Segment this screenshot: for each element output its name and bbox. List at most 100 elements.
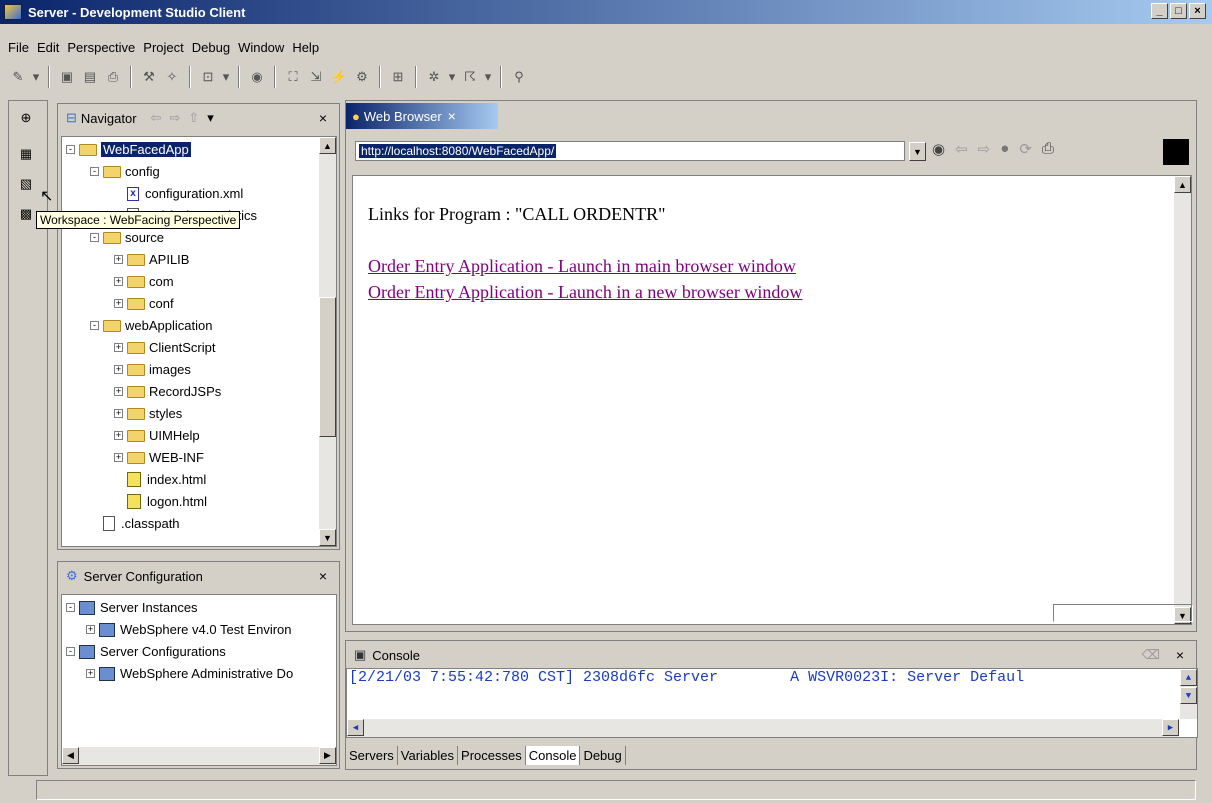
perspective-resource-icon[interactable]: ▦ bbox=[15, 143, 37, 165]
collapse-icon[interactable]: - bbox=[90, 167, 99, 176]
tree-item[interactable]: + styles bbox=[114, 403, 182, 424]
tree-item[interactable]: + ClientScript bbox=[114, 337, 215, 358]
tab-processes[interactable]: Processes bbox=[458, 745, 526, 765]
tree-item[interactable]: + RecordJSPs bbox=[114, 381, 221, 402]
wizard-icon[interactable]: ⛶ bbox=[283, 67, 303, 87]
scroll-up-button[interactable]: ▲ bbox=[319, 137, 336, 154]
perspective-server-icon[interactable]: ▧ bbox=[15, 173, 37, 195]
scroll-right-button[interactable]: ▶ bbox=[1162, 719, 1179, 736]
tree-item[interactable]: - config bbox=[90, 161, 160, 182]
tree-item[interactable]: + com bbox=[114, 271, 174, 292]
up-icon[interactable]: ⇧ bbox=[188, 110, 199, 126]
console-hscroll[interactable]: ◀ ▶ bbox=[347, 719, 1179, 737]
new-icon[interactable]: ✎ bbox=[8, 67, 28, 87]
expand-icon[interactable]: + bbox=[114, 299, 123, 308]
maximize-button[interactable]: □ bbox=[1170, 3, 1187, 19]
forward-icon[interactable]: ⇨ bbox=[978, 140, 991, 158]
close-button[interactable]: × bbox=[1189, 3, 1206, 19]
menu-perspective[interactable]: Perspective bbox=[63, 40, 139, 55]
dropdown-arrow-icon[interactable]: ▾ bbox=[221, 67, 231, 87]
run-icon[interactable]: ☈ bbox=[460, 67, 480, 87]
forward-icon[interactable]: ⇨ bbox=[169, 110, 180, 126]
server-tree-item[interactable]: + WebSphere v4.0 Test Environ bbox=[86, 619, 292, 640]
expand-icon[interactable]: + bbox=[114, 453, 123, 462]
tree-item[interactable]: + images bbox=[114, 359, 191, 380]
back-icon[interactable]: ⇦ bbox=[151, 110, 162, 126]
tab-variables[interactable]: Variables bbox=[398, 745, 459, 765]
scroll-up-button[interactable]: ▲ bbox=[1174, 176, 1191, 193]
expand-icon[interactable]: + bbox=[114, 365, 123, 374]
scroll-left-button[interactable]: ◀ bbox=[62, 747, 79, 764]
back-icon[interactable]: ⇦ bbox=[955, 140, 968, 158]
server-tree-item[interactable]: - Server Configurations bbox=[66, 641, 226, 662]
expand-icon[interactable]: + bbox=[114, 277, 123, 286]
go-icon[interactable]: ◉ bbox=[932, 140, 945, 158]
collapse-icon[interactable]: - bbox=[90, 321, 99, 330]
save-all-icon[interactable]: ▤ bbox=[80, 67, 100, 87]
debug-icon[interactable]: ✲ bbox=[424, 67, 444, 87]
tree-item[interactable]: + UIMHelp bbox=[114, 425, 200, 446]
import-icon[interactable]: ⇲ bbox=[306, 67, 326, 87]
menu-help[interactable]: Help bbox=[288, 40, 323, 55]
tab-web-browser[interactable]: ● Web Browser × bbox=[346, 103, 498, 129]
connect-icon[interactable]: ⚡ bbox=[329, 67, 349, 87]
expand-icon[interactable]: + bbox=[114, 431, 123, 440]
server-tree-item[interactable]: - Server Instances bbox=[66, 597, 198, 618]
tab-servers[interactable]: Servers bbox=[346, 745, 398, 765]
tree-item[interactable]: + APILIB bbox=[114, 249, 189, 270]
collapse-icon[interactable]: - bbox=[66, 145, 75, 154]
tree-icon[interactable]: ⊞ bbox=[388, 67, 408, 87]
expand-icon[interactable]: + bbox=[86, 669, 95, 678]
print-icon[interactable]: ⎙ bbox=[103, 67, 123, 87]
scroll-thumb[interactable] bbox=[319, 297, 336, 437]
close-icon[interactable]: × bbox=[448, 108, 456, 124]
menu-debug[interactable]: Debug bbox=[188, 40, 234, 55]
tree-item[interactable]: - source bbox=[90, 227, 164, 248]
tree-item[interactable]: .classpath bbox=[90, 513, 180, 534]
expand-icon[interactable]: + bbox=[114, 255, 123, 264]
close-icon[interactable]: × bbox=[319, 110, 327, 126]
server-config-hscroll[interactable]: ◀ ▶ bbox=[62, 747, 336, 765]
dropdown-arrow-icon[interactable]: ▾ bbox=[483, 67, 493, 87]
expand-icon[interactable]: + bbox=[114, 387, 123, 396]
tree-item[interactable]: + WEB-INF bbox=[114, 447, 204, 468]
tab-debug[interactable]: Debug bbox=[580, 745, 626, 765]
navigator-vscroll[interactable]: ▲ ▼ bbox=[319, 137, 336, 546]
menu-window[interactable]: Window bbox=[234, 40, 288, 55]
tree-item[interactable]: index.html bbox=[114, 469, 206, 490]
web-vscroll[interactable]: ▲ ▼ bbox=[1174, 176, 1191, 624]
dropdown-arrow-icon[interactable]: ▾ bbox=[447, 67, 457, 87]
menu-edit[interactable]: Edit bbox=[33, 40, 63, 55]
tree-item[interactable]: - WebFacedApp bbox=[66, 139, 191, 160]
url-input[interactable]: http://localhost:8080/WebFacedApp/ bbox=[355, 141, 905, 161]
print-icon[interactable]: ⎙ bbox=[1042, 140, 1054, 158]
open-type-icon[interactable]: ⊡ bbox=[198, 67, 218, 87]
tree-item[interactable]: logon.html bbox=[114, 491, 207, 512]
transfer-icon[interactable]: ⚙ bbox=[352, 67, 372, 87]
tree-item[interactable]: - webApplication bbox=[90, 315, 212, 336]
dropdown-arrow-icon[interactable]: ▾ bbox=[31, 67, 41, 87]
globe-icon[interactable]: ◉ bbox=[247, 67, 267, 87]
tab-console[interactable]: Console bbox=[525, 745, 581, 765]
scroll-down-button[interactable]: ▼ bbox=[1180, 687, 1197, 704]
scroll-left-button[interactable]: ◀ bbox=[347, 719, 364, 736]
pin-icon[interactable]: ⚲ bbox=[509, 67, 529, 87]
close-icon[interactable]: × bbox=[1176, 647, 1184, 663]
close-icon[interactable]: × bbox=[319, 568, 327, 584]
menu-project[interactable]: Project bbox=[139, 40, 187, 55]
save-icon[interactable]: ▣ bbox=[57, 67, 77, 87]
collapse-icon[interactable]: - bbox=[66, 603, 75, 612]
tree-item[interactable]: + conf bbox=[114, 293, 174, 314]
collapse-icon[interactable]: - bbox=[90, 233, 99, 242]
console-vscroll[interactable]: ▲ ▼ bbox=[1180, 669, 1197, 719]
wand-icon[interactable]: ✧ bbox=[162, 67, 182, 87]
menu-file[interactable]: File bbox=[4, 40, 33, 55]
minimize-button[interactable]: _ bbox=[1151, 3, 1168, 19]
expand-icon[interactable]: + bbox=[114, 343, 123, 352]
scroll-right-button[interactable]: ▶ bbox=[319, 747, 336, 764]
link-launch-new-window[interactable]: Order Entry Application - Launch in a ne… bbox=[368, 282, 802, 303]
view-menu-icon[interactable]: ▾ bbox=[207, 110, 214, 126]
open-perspective-icon[interactable]: ⊕ bbox=[15, 107, 37, 129]
refresh-icon[interactable]: ⟳ bbox=[1019, 140, 1032, 158]
collapse-icon[interactable]: - bbox=[66, 647, 75, 656]
